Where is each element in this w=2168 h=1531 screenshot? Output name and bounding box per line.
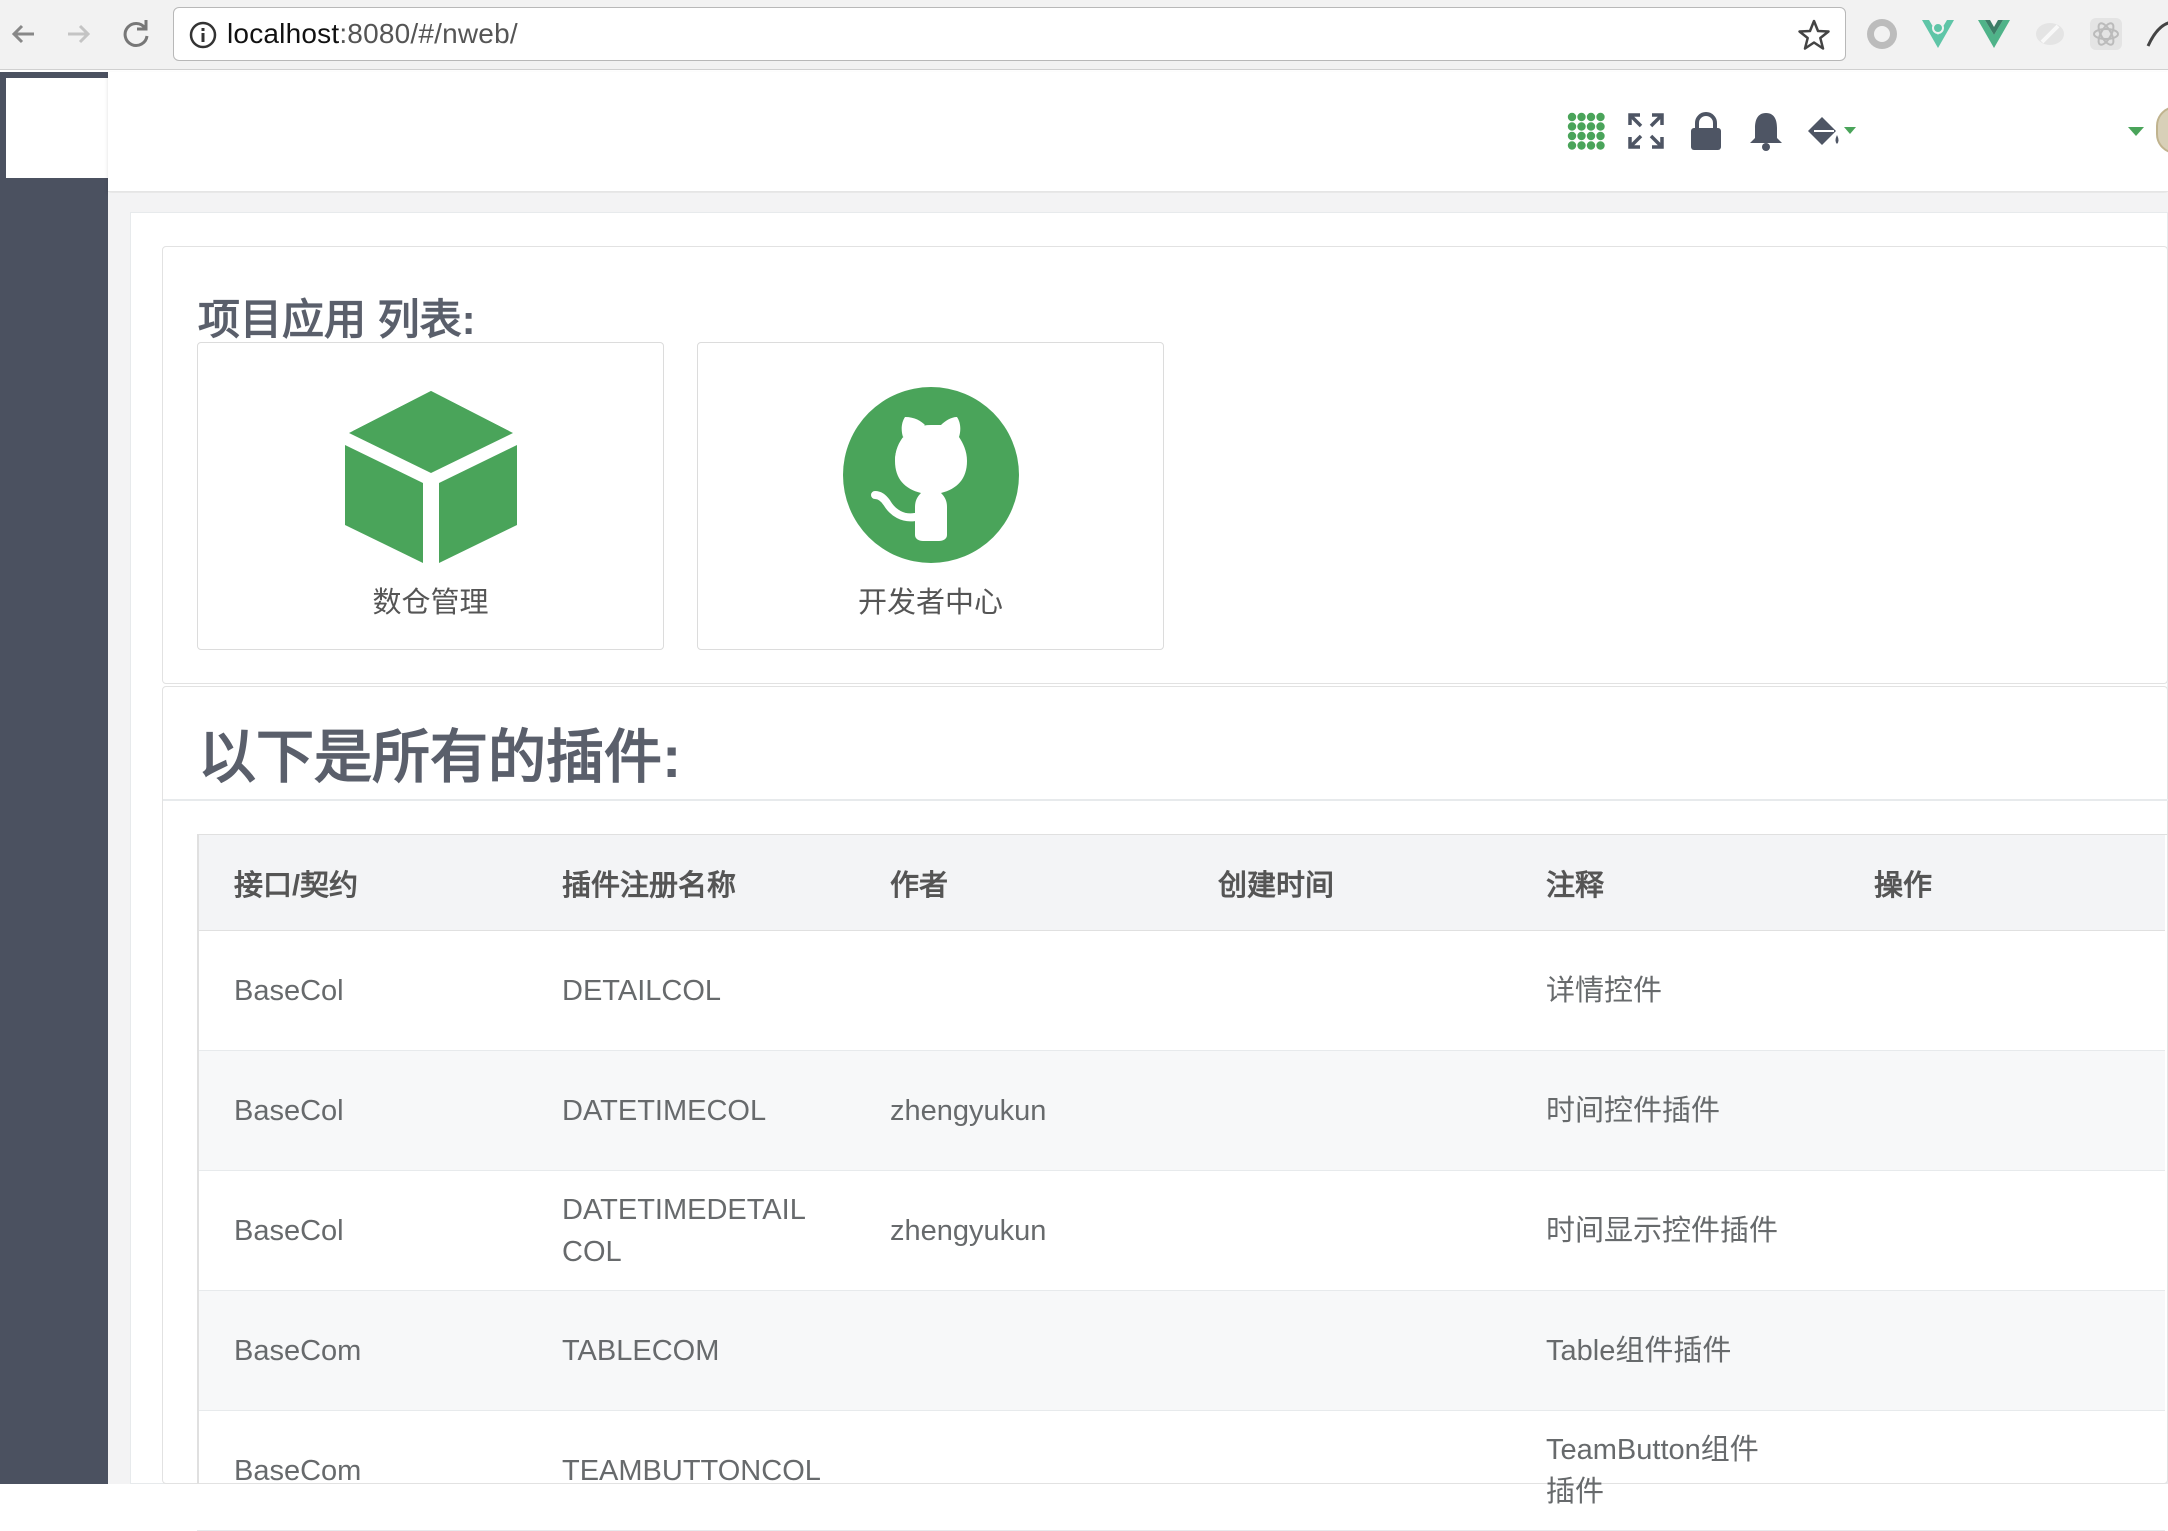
star-icon[interactable] <box>1797 18 1831 52</box>
extension-circle-icon[interactable] <box>1862 14 1902 54</box>
theme-button[interactable] <box>1804 109 1860 153</box>
react-devtools-icon[interactable] <box>2086 14 2126 54</box>
sidebar-logo[interactable] <box>6 78 108 178</box>
bell-icon <box>1750 113 1782 151</box>
cell-comment: 时间控件插件 <box>1546 1094 1721 1127</box>
cell-action[interactable] <box>1837 931 2165 1051</box>
table-row[interactable]: BaseCom TEAMBUTTONCOL TeamButton组件插件 <box>197 1411 2165 1531</box>
url-path: :8080/#/nweb/ <box>339 18 518 49</box>
fullscreen-button[interactable] <box>1624 109 1668 153</box>
column-header[interactable]: 接口/契约 <box>197 834 525 931</box>
cell-contract: BaseCol <box>234 974 344 1007</box>
notifications-button[interactable] <box>1744 109 1788 153</box>
url-text: localhost:8080/#/nweb/ <box>227 18 518 50</box>
app-label: 数仓管理 <box>372 587 489 619</box>
sidebar <box>0 72 108 1484</box>
translate-icon[interactable] <box>2142 14 2168 54</box>
table-row[interactable]: BaseCol DATETIMECOL zhengyukun 时间控件插件 <box>197 1050 2165 1171</box>
grid-icon <box>1567 112 1605 150</box>
lock-screen-button[interactable] <box>1684 109 1728 153</box>
cell-plugin-name: TEAMBUTTONCOL <box>562 1454 821 1487</box>
user-menu-caret[interactable] <box>2122 109 2152 153</box>
cell-action[interactable] <box>1837 1171 2165 1291</box>
table-row[interactable]: BaseCol DETAILCOL 详情控件 <box>197 931 2165 1051</box>
cell-plugin-name: DATETIMEDETAILCOL <box>562 1193 806 1268</box>
cell-created <box>1181 931 1509 1051</box>
forward-button[interactable] <box>58 14 98 54</box>
plugins-section-title: 以下是所有的插件: <box>198 725 682 790</box>
cell-action[interactable] <box>1837 1291 2165 1411</box>
cell-comment: 时间显示控件插件 <box>1546 1214 1779 1247</box>
cube-icon <box>344 391 517 563</box>
arrow-left-icon <box>11 24 34 44</box>
cell-contract: BaseCol <box>234 1094 344 1127</box>
cell-contract: BaseCol <box>234 1214 344 1247</box>
cell-author <box>853 1411 1181 1531</box>
reload-button[interactable] <box>116 14 156 54</box>
app-label: 开发者中心 <box>857 587 1003 619</box>
vue-icon[interactable] <box>1974 14 2014 54</box>
column-header[interactable]: 作者 <box>853 834 1181 931</box>
fullscreen-icon <box>1628 113 1664 149</box>
table-row[interactable]: BaseCom TABLECOM Table组件插件 <box>197 1290 2165 1411</box>
cell-plugin-name: TABLECOM <box>562 1334 720 1367</box>
table-row[interactable]: BaseCol DATETIMEDETAILCOL zhengyukun 时间显… <box>197 1171 2165 1291</box>
cell-contract: BaseCom <box>234 1334 362 1367</box>
info-icon[interactable] <box>188 20 218 50</box>
divider <box>163 799 2168 801</box>
cell-plugin-name: DATETIMECOL <box>562 1094 767 1127</box>
table-header-row: 接口/契约 插件注册名称 作者 创建时间 注释 操作 <box>197 834 2165 931</box>
url-host: localhost <box>227 18 340 49</box>
vue-devtools-icon[interactable] <box>1918 14 1958 54</box>
apps-section-title: 项目应用 列表: <box>198 296 476 343</box>
cell-contract: BaseCom <box>234 1454 362 1487</box>
github-icon <box>842 387 1019 563</box>
cell-comment: TeamButton组件插件 <box>1546 1433 1759 1508</box>
arrow-right-icon <box>68 24 91 44</box>
cell-author: zhengyukun <box>890 1214 1047 1247</box>
cell-comment: 详情控件 <box>1546 974 1663 1007</box>
browser-toolbar: localhost:8080/#/nweb/ <box>0 0 2168 70</box>
cell-plugin-name: DETAILCOL <box>562 974 722 1007</box>
avatar[interactable] <box>2156 106 2168 154</box>
cell-action[interactable] <box>1837 1051 2165 1171</box>
cell-comment: Table组件插件 <box>1546 1334 1732 1367</box>
top-navbar <box>108 72 2168 192</box>
cell-author: zhengyukun <box>890 1094 1047 1127</box>
cell-created <box>1181 1291 1509 1411</box>
extension-leaf-icon[interactable] <box>2030 14 2070 54</box>
lock-icon <box>1691 112 1721 150</box>
cell-created <box>1181 1411 1509 1531</box>
caret-down-icon <box>2128 127 2144 136</box>
back-button[interactable] <box>4 14 44 54</box>
cell-action[interactable] <box>1837 1411 2165 1531</box>
apps-grid-button[interactable] <box>1564 109 1608 153</box>
column-header[interactable]: 注释 <box>1509 834 1837 931</box>
column-header[interactable]: 插件注册名称 <box>525 834 853 931</box>
cell-created <box>1181 1171 1509 1291</box>
address-bar[interactable]: localhost:8080/#/nweb/ <box>173 7 1846 61</box>
column-header[interactable]: 创建时间 <box>1181 834 1509 931</box>
reload-icon <box>123 20 149 47</box>
plugins-table: 接口/契约 插件注册名称 作者 创建时间 注释 操作 BaseCol DETAI… <box>197 834 2165 1531</box>
cell-author <box>853 931 1181 1051</box>
app-card-developer-center[interactable]: 开发者中心 <box>697 342 1164 650</box>
app-card-warehouse[interactable]: 数仓管理 <box>197 342 664 650</box>
cell-created <box>1181 1051 1509 1171</box>
paint-bucket-icon <box>1808 117 1856 145</box>
cell-author <box>853 1291 1181 1411</box>
column-header[interactable]: 操作 <box>1837 834 2165 931</box>
